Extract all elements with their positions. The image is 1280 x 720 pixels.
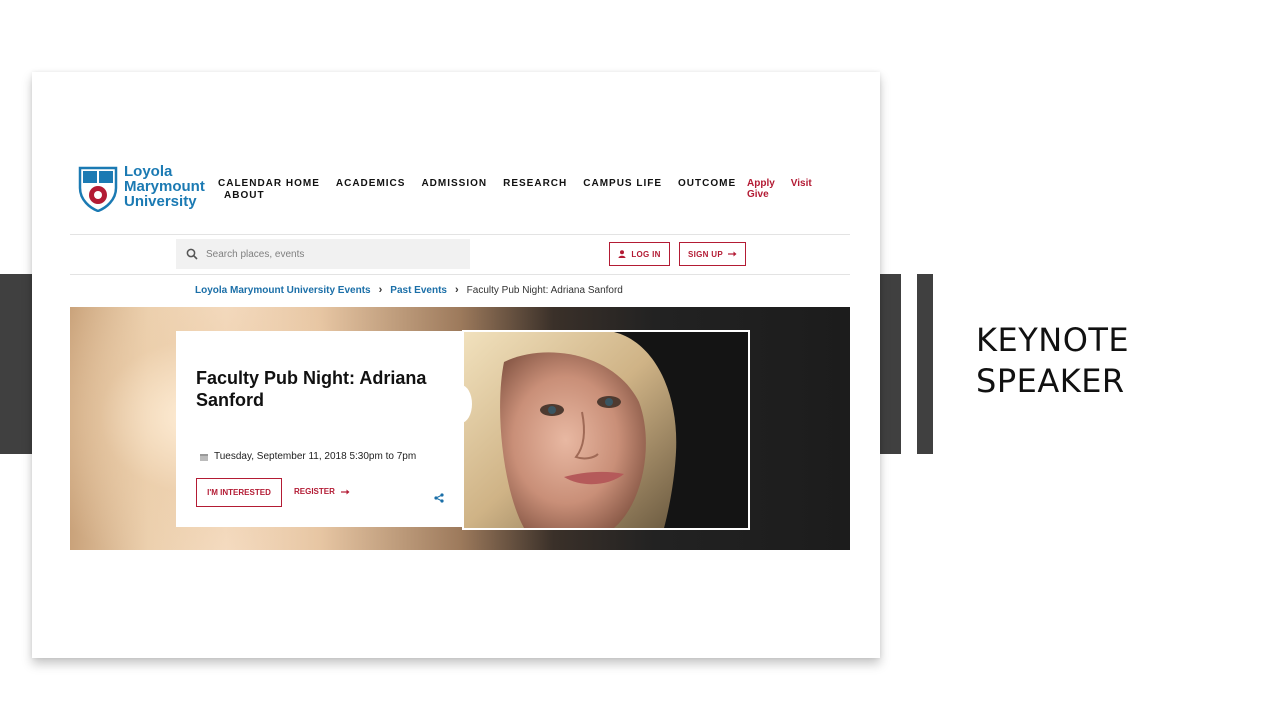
university-logo[interactable]: Loyola Marymount University — [78, 164, 208, 214]
nav-research[interactable]: RESEARCH — [503, 178, 567, 190]
nav-campus-life[interactable]: CAMPUS LIFE — [583, 178, 662, 190]
user-icon — [618, 250, 626, 258]
signup-button[interactable]: SIGN UP — [679, 242, 746, 266]
breadcrumb-events-link[interactable]: Loyola Marymount University Events — [195, 285, 371, 296]
logo-line-1: Loyola — [124, 163, 173, 180]
logo-line-2: Marymount — [124, 178, 205, 195]
logo-wordmark: Loyola Marymount University — [124, 164, 214, 209]
signup-label: SIGN UP — [688, 249, 723, 259]
slide-accent-bar-left — [0, 274, 33, 454]
apply-link[interactable]: Apply — [747, 178, 775, 189]
speaker-portrait-image — [464, 332, 748, 528]
event-date: Tuesday, September 11, 2018 5:30pm to 7p… — [200, 451, 416, 462]
interested-button[interactable]: I'M INTERESTED — [196, 478, 282, 507]
slide-accent-bar-right-2 — [917, 274, 933, 454]
breadcrumb: Loyola Marymount University Events › Pas… — [195, 284, 623, 296]
event-info-card: Faculty Pub Night: Adriana Sanford Tuesd… — [176, 331, 464, 527]
website-screenshot: Loyola Marymount University CALENDAR HOM… — [32, 72, 880, 658]
search-divider — [70, 274, 850, 275]
nav-about[interactable]: ABOUT — [224, 190, 738, 202]
register-link[interactable]: REGISTER — [294, 487, 350, 496]
breadcrumb-current: Faculty Pub Night: Adriana Sanford — [466, 284, 623, 296]
logo-line-3: University — [124, 193, 197, 210]
register-label: REGISTER — [294, 487, 335, 496]
nav-admission[interactable]: ADMISSION — [421, 178, 487, 190]
visit-link[interactable]: Visit — [791, 178, 812, 189]
main-nav: CALENDAR HOME ACADEMICS ADMISSION RESEAR… — [218, 178, 738, 202]
nav-calendar-home[interactable]: CALENDAR HOME — [218, 178, 320, 190]
calendar-icon — [200, 453, 208, 461]
give-link[interactable]: Give — [747, 189, 827, 200]
chevron-right-icon: › — [378, 284, 383, 296]
chevron-right-icon: › — [454, 284, 459, 296]
login-button[interactable]: LOG IN — [609, 242, 670, 266]
breadcrumb-past-events-link[interactable]: Past Events — [390, 285, 447, 296]
slide-accent-bar-right-1 — [880, 274, 901, 454]
search-input[interactable] — [204, 247, 458, 261]
header-divider — [70, 234, 850, 235]
nav-academics[interactable]: ACADEMICS — [336, 178, 406, 190]
speaker-photo — [462, 330, 750, 530]
aux-links: Apply Visit Give — [747, 178, 827, 200]
arrow-right-icon — [728, 251, 737, 257]
event-date-text: Tuesday, September 11, 2018 5:30pm to 7p… — [214, 451, 417, 462]
slide-title: KEYNOTE SPEAKER — [976, 321, 1130, 400]
shield-icon — [78, 166, 118, 212]
card-notch — [450, 385, 472, 423]
event-title: Faculty Pub Night: Adriana Sanford — [196, 368, 427, 410]
arrow-right-icon — [340, 489, 350, 494]
search-icon — [186, 248, 198, 260]
nav-outcome[interactable]: OUTCOME — [678, 178, 736, 190]
event-hero: Faculty Pub Night: Adriana Sanford Tuesd… — [70, 307, 850, 550]
login-label: LOG IN — [631, 249, 661, 259]
share-icon[interactable] — [434, 493, 444, 503]
search-bar[interactable] — [176, 239, 470, 269]
